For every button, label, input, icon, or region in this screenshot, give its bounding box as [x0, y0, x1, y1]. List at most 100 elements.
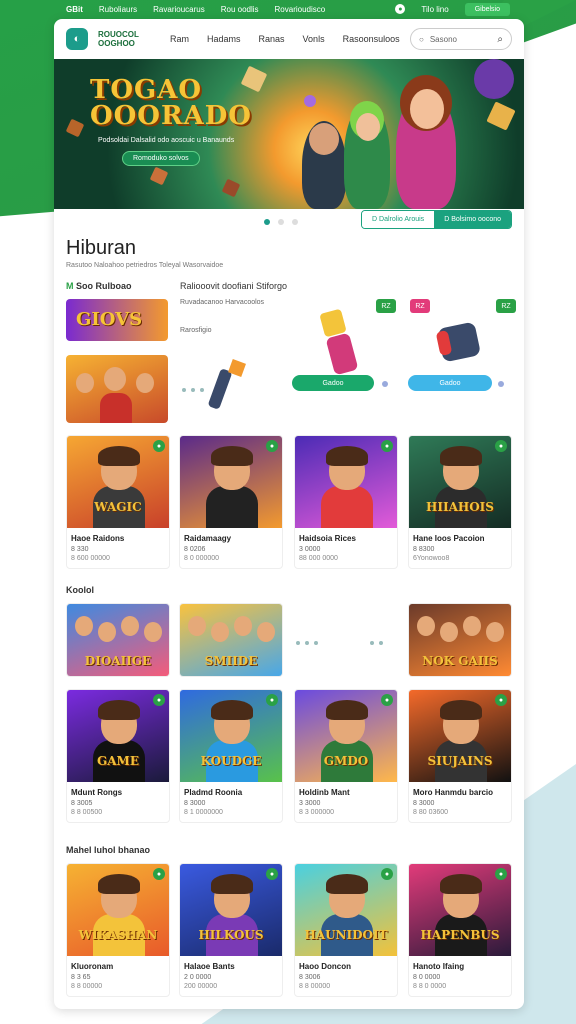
nav-item-2[interactable]: Hadams: [207, 34, 241, 44]
game-thumbnail[interactable]: GAME ●: [67, 690, 169, 782]
game-meta-secondary: 8 600 00000: [71, 555, 110, 562]
game-tile[interactable]: GAME ● Mdunt Rongs 8 3005 8 8 00500: [66, 689, 170, 823]
game-thumbnail[interactable]: WIKASHAN ●: [67, 864, 169, 956]
game-thumbnail[interactable]: HAUNIDOIT ●: [295, 864, 397, 956]
game-title: Halaoe Bants: [184, 962, 235, 971]
search-icon[interactable]: ⌕: [497, 34, 503, 45]
favorite-icon[interactable]: ●: [266, 868, 278, 880]
game-meta-secondary: 8 1 0000000: [184, 809, 223, 816]
game-meta-secondary: 6Yonowoo8: [413, 555, 450, 562]
hero-title: TOGAO OOORADO: [90, 77, 252, 129]
hero-subtitle: Podsoldai Dalsalid odo aoscuic u Banaund…: [98, 137, 235, 144]
game-tile[interactable]: HAPENBUS ● Hanoto Ifaing 8 0 0000 8 8 0 0000: [408, 863, 512, 997]
top-button[interactable]: Gibelsio: [464, 2, 510, 16]
feature-button-1[interactable]: Gadoo: [292, 375, 374, 391]
game-tile[interactable]: HAUNIDOIT ● Haoo Doncon 8 3006 8 8 00000: [294, 863, 398, 997]
top-brand[interactable]: GBit: [66, 5, 83, 14]
nav-item-4[interactable]: Vonls: [303, 34, 325, 44]
controller-image: [316, 309, 362, 379]
game-thumbnail[interactable]: SMIIDE: [180, 604, 282, 676]
top-link-1[interactable]: Ruboliaurs: [99, 5, 137, 14]
game-tile[interactable]: HILKOUS ● Halaoe Bants 2 0 0000 200 00000: [179, 863, 283, 997]
carousel-dot[interactable]: [278, 219, 284, 225]
top-link-3[interactable]: Rou oodlis: [221, 5, 259, 14]
game-meta-primary: 2 0 0000: [184, 974, 212, 981]
game-tile[interactable]: WAGIC ● Haoe Raidons 8 330 8 600 00000: [66, 435, 170, 569]
favorite-icon[interactable]: ●: [153, 694, 165, 706]
character-hair: [326, 700, 368, 720]
game-tile[interactable]: HIIAHOIS ● Hane Ioos Pacoion 8 8300 6Yonowoo…: [408, 435, 512, 569]
game-thumbnail[interactable]: HILKOUS ●: [180, 864, 282, 956]
game-thumbnail[interactable]: NOK GAIIS: [409, 604, 511, 676]
game-title: Pladmd Roonia: [184, 788, 243, 797]
favorite-icon[interactable]: ●: [266, 694, 278, 706]
character-face: [211, 622, 229, 642]
favorite-icon[interactable]: ●: [495, 694, 507, 706]
character-face: [486, 622, 504, 642]
game-tile[interactable]: DIOAIIGE: [66, 603, 170, 677]
game-logo-text: WIKASHAN: [78, 928, 158, 942]
carousel-dots-3: [370, 641, 383, 645]
carousel-dot[interactable]: [292, 219, 298, 225]
hero-banner[interactable]: TOGAO OOORADO Podsoldai Dalsalid odo aos…: [54, 59, 524, 209]
game-logo-text: NOK GAIIS: [422, 654, 498, 668]
game-tile[interactable]: ● Raidamaagy 8 0206 8 0 000000: [179, 435, 283, 569]
favorite-icon[interactable]: ●: [495, 868, 507, 880]
game-logo-text: HILKOUS: [198, 928, 264, 942]
game-meta-primary: 3 0000: [299, 546, 321, 553]
game-thumbnail[interactable]: DIOAIIGE: [67, 604, 169, 676]
feature-banner-title: GIOVS: [76, 309, 143, 330]
game-tile[interactable]: KOUDGE ● Pladmd Roonia 8 3000 8 1 0000000: [179, 689, 283, 823]
game-thumbnail[interactable]: WAGIC ●: [67, 436, 169, 528]
carousel-dot[interactable]: [264, 219, 270, 225]
game-logo-text: KOUDGE: [200, 754, 262, 768]
top-icon-label[interactable]: Tilo lino: [421, 5, 448, 14]
game-thumbnail[interactable]: KOUDGE ●: [180, 690, 282, 782]
feature-thumb[interactable]: [66, 355, 168, 423]
top-link-4[interactable]: Rovarioudisco: [275, 5, 326, 14]
search-input[interactable]: ○ Sasono ⌕: [410, 28, 512, 50]
game-thumbnail[interactable]: GMDO ●: [295, 690, 397, 782]
game-tile[interactable]: SIUJAINS ● Moro Hanmdu barcio 8 3000 8 80 03…: [408, 689, 512, 823]
hero-cta-button[interactable]: Romoduko solvos: [122, 151, 200, 166]
favorite-icon[interactable]: ●: [381, 868, 393, 880]
game-thumbnail[interactable]: HAPENBUS ●: [409, 864, 511, 956]
game-tile[interactable]: GMDO ● Holdinb Mant 3 3000 8 3 000000: [294, 689, 398, 823]
status-dot: [498, 381, 504, 387]
game-logo-text: GMDO: [323, 754, 369, 768]
favorite-icon[interactable]: ●: [153, 440, 165, 452]
favorite-icon[interactable]: ●: [153, 868, 165, 880]
section2-title: Koolol: [66, 585, 94, 595]
favorite-icon[interactable]: ●: [266, 440, 278, 452]
logo-icon[interactable]: ◐: [66, 28, 88, 50]
top-link-2[interactable]: Ravarioucarus: [153, 5, 205, 14]
game-logo-text: HAPENBUS: [420, 928, 500, 942]
favorite-icon[interactable]: ●: [495, 440, 507, 452]
game-tile[interactable]: ● Haidsoia Rices 3 0000 88 000 0000: [294, 435, 398, 569]
nav-item-5[interactable]: Rasoonsuloos: [343, 34, 400, 44]
feature-button-2[interactable]: Gadoo: [408, 375, 492, 391]
hero-tab-2[interactable]: D Bolsimo oocono: [434, 211, 511, 228]
nav-item-3[interactable]: Ranas: [259, 34, 285, 44]
feature-label-text: Soo Rulboao: [76, 281, 132, 291]
favorite-icon[interactable]: ●: [381, 440, 393, 452]
game-meta-secondary: 8 80 03600: [413, 809, 449, 816]
feature-banner[interactable]: GIOVS: [66, 299, 168, 341]
game-logo-text: GAME: [97, 754, 139, 768]
info-icon[interactable]: ●: [395, 4, 406, 14]
top-strip: GBit Ruboliaurs Ravarioucarus Rou oodlis…: [0, 0, 576, 18]
game-thumbnail[interactable]: ●: [295, 436, 397, 528]
tag-badge: RZ: [496, 299, 516, 313]
nav-item-1[interactable]: Ram: [170, 34, 189, 44]
game-meta-secondary: 8 0 000000: [184, 555, 220, 562]
game-thumbnail[interactable]: SIUJAINS ●: [409, 690, 511, 782]
game-tile[interactable]: SMIIDE: [179, 603, 283, 677]
game-thumbnail[interactable]: ●: [180, 436, 282, 528]
game-tile[interactable]: WIKASHAN ● Kluoronam 8 3 65 8 8 00000: [66, 863, 170, 997]
favorite-icon[interactable]: ●: [381, 694, 393, 706]
hero-tab-1[interactable]: D Dalrolio Arouis: [362, 211, 435, 228]
character-hair: [211, 874, 253, 894]
game-tile[interactable]: NOK GAIIS: [408, 603, 512, 677]
game-thumbnail[interactable]: HIIAHOIS ●: [409, 436, 511, 528]
logo-text[interactable]: ROUOCOL OOGHOO: [98, 30, 152, 48]
